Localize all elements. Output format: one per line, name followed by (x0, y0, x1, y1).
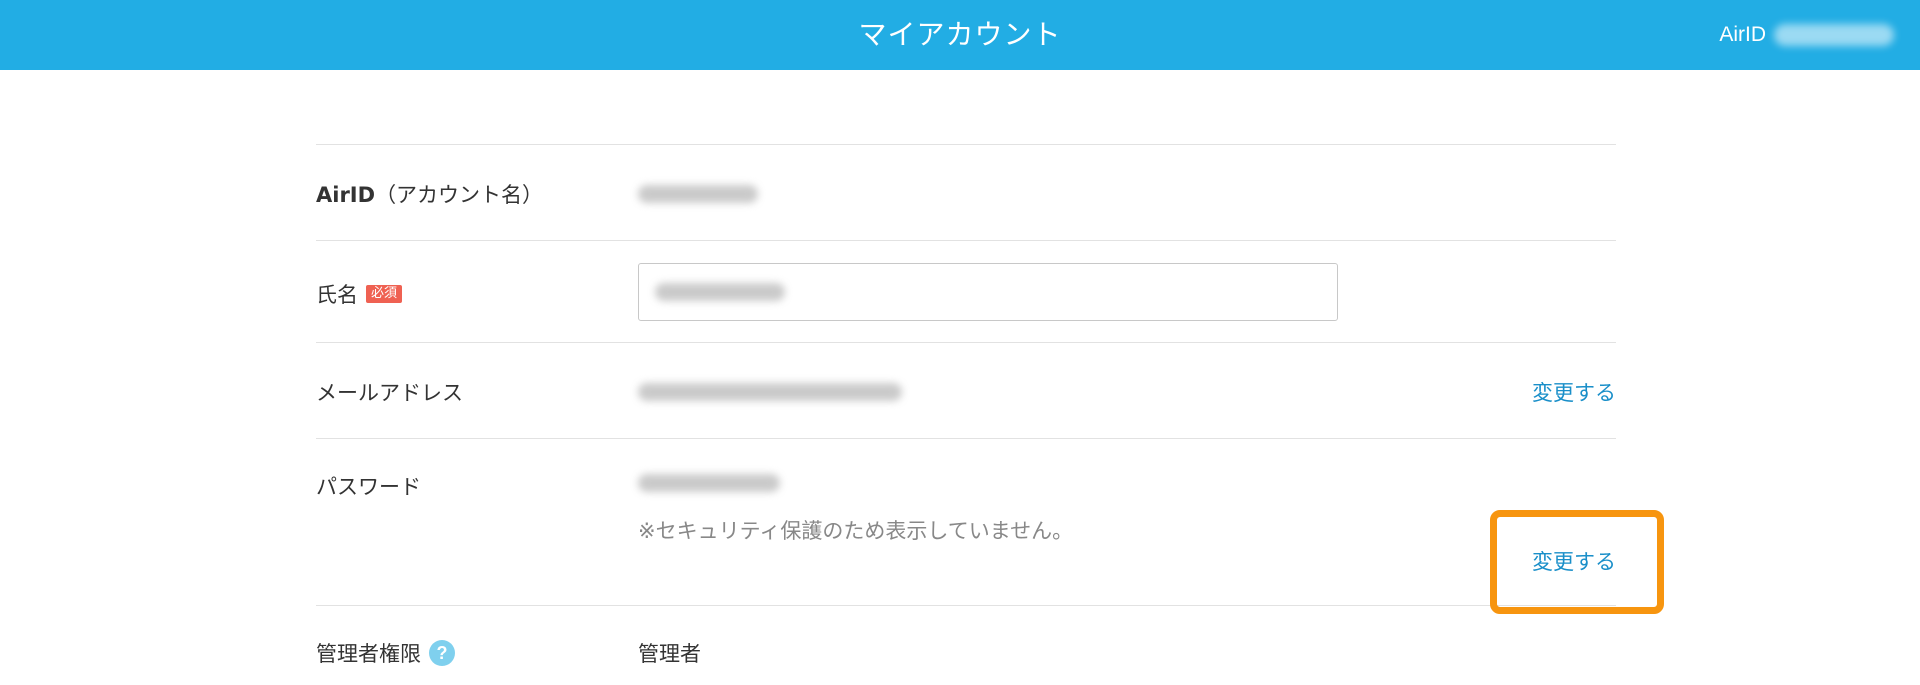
airid-label: AirID（アカウント名） (316, 183, 544, 207)
redacted-user-id (1774, 24, 1894, 46)
admin-row: 管理者権限 ? 管理者 (316, 605, 1616, 685)
airid-value (638, 184, 758, 208)
airid-row: AirID（アカウント名） (316, 144, 1616, 240)
password-note: ※セキュリティ保護のため表示していません。 (638, 519, 1074, 543)
password-label: パスワード (316, 475, 421, 499)
change-email-link[interactable]: 変更する (1532, 377, 1616, 407)
name-label: 氏名 必須 (316, 279, 403, 309)
password-row: パスワード ※セキュリティ保護のため表示していません。 変更する (316, 438, 1616, 605)
highlight-annotation (1490, 510, 1664, 614)
email-label: メールアドレス (316, 381, 463, 405)
name-field[interactable] (638, 263, 1338, 321)
help-icon[interactable]: ? (429, 640, 455, 666)
password-value (638, 473, 780, 497)
required-badge: 必須 (366, 285, 403, 303)
name-row: 氏名 必須 (316, 240, 1616, 342)
admin-label: 管理者権限 ? (316, 638, 455, 668)
user-label: AirID (1719, 23, 1766, 46)
app-header: マイアカウント AirID (0, 0, 1920, 70)
admin-value: 管理者 (638, 642, 701, 666)
page-title: マイアカウント (858, 18, 1062, 51)
account-form: AirID（アカウント名） 氏名 必須 メールアドレス 変更する パスワード ※… (316, 144, 1664, 685)
user-menu[interactable]: AirID (1719, 0, 1894, 70)
email-value (638, 382, 902, 406)
email-row: メールアドレス 変更する (316, 342, 1616, 438)
